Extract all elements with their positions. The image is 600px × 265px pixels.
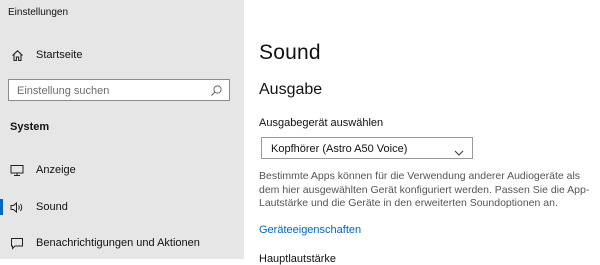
sidebar-item-sound[interactable]: Sound — [0, 192, 244, 222]
search-input[interactable]: Einstellung suchen — [8, 79, 230, 101]
window-title: Einstellungen — [8, 7, 69, 18]
sidebar-item-anzeige[interactable]: Anzeige — [0, 155, 244, 185]
speaker-icon — [10, 200, 24, 214]
sidebar-section-heading: System — [10, 121, 50, 133]
sidebar: Einstellungen Startseite Einstellung suc… — [0, 0, 244, 259]
output-description: Bestimmte Apps können für die Verwendung… — [259, 170, 590, 209]
sidebar-item-label: Startseite — [36, 49, 83, 61]
output-device-label: Ausgabegerät auswählen — [259, 117, 384, 129]
output-device-dropdown[interactable]: Kopfhörer (Astro A50 Voice) — [261, 137, 473, 159]
sidebar-item-label: Sound — [36, 201, 68, 213]
device-properties-link[interactable]: Geräteeigenschaften — [259, 224, 361, 236]
notification-icon — [10, 236, 24, 250]
search-placeholder: Einstellung suchen — [17, 85, 110, 97]
home-icon — [10, 48, 24, 62]
active-indicator — [0, 199, 3, 215]
output-heading: Ausgabe — [259, 81, 323, 98]
sidebar-item-label: Anzeige — [36, 164, 76, 176]
monitor-icon — [10, 163, 24, 177]
sidebar-item-notifications[interactable]: Benachrichtigungen und Aktionen — [0, 228, 244, 258]
output-device-value: Kopfhörer (Astro A50 Voice) — [271, 143, 408, 155]
sidebar-item-label: Benachrichtigungen und Aktionen — [36, 237, 200, 249]
sidebar-item-home[interactable]: Startseite — [0, 40, 244, 70]
chevron-down-icon — [454, 144, 464, 156]
page-title: Sound — [259, 41, 321, 64]
master-volume-heading: Hauptlautstärke — [259, 253, 337, 265]
search-icon[interactable] — [210, 84, 223, 97]
main-content: Sound Ausgabe Ausgabegerät auswählen Kop… — [244, 0, 600, 265]
